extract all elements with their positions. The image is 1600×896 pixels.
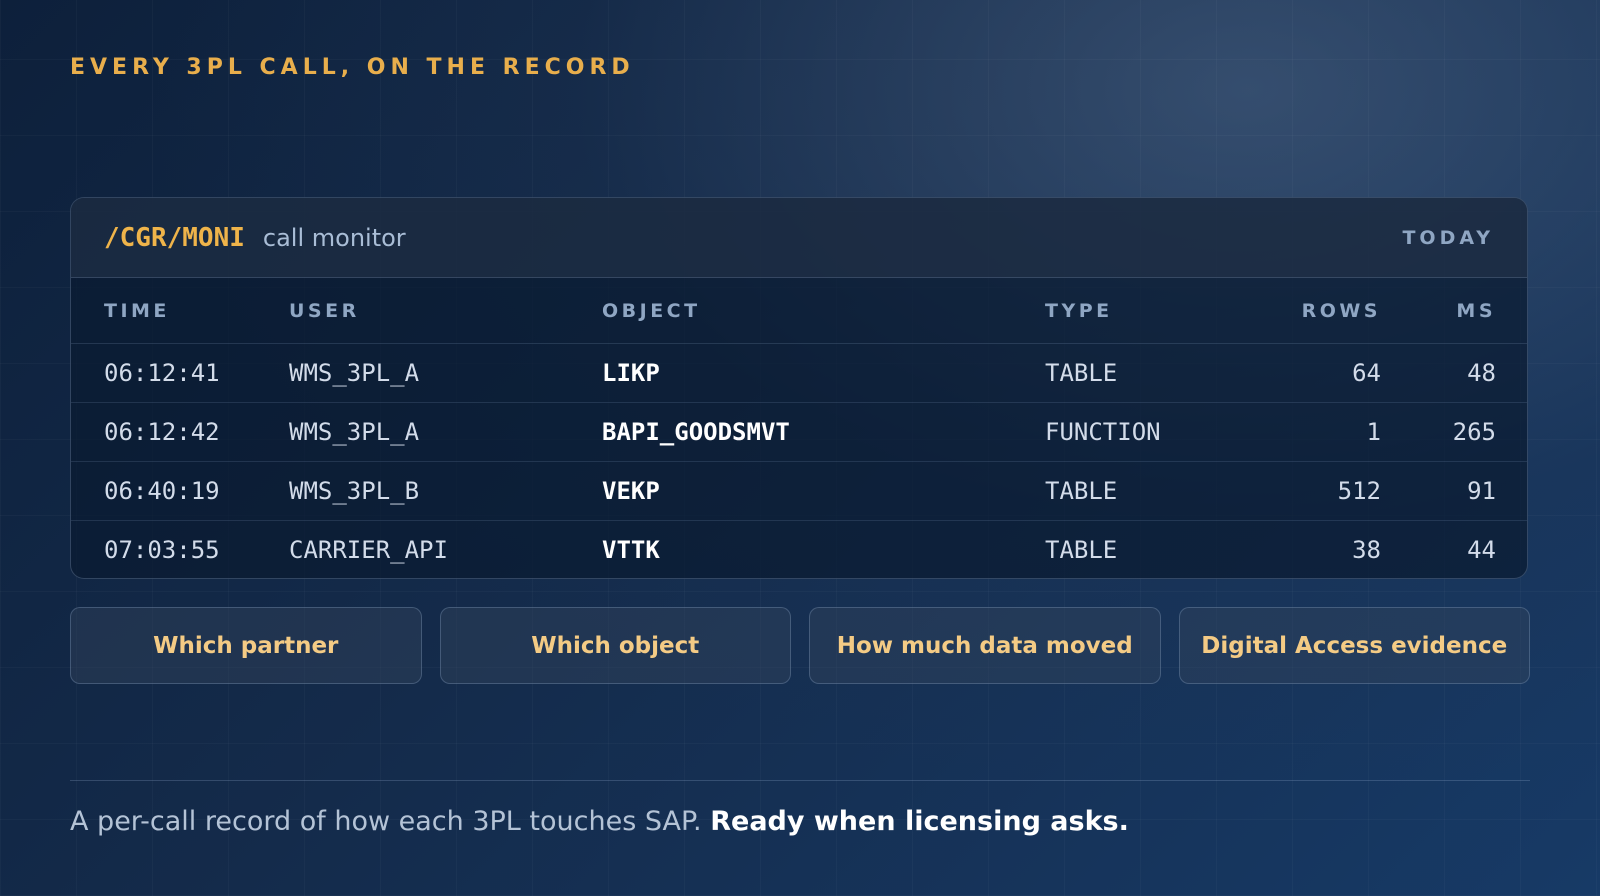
column-header-user: USER xyxy=(289,278,602,344)
cell-rows: 38 xyxy=(1352,536,1381,564)
header-row: TIME USER OBJECT TYPE ROWS MS xyxy=(71,278,1527,344)
cell-ms: 265 xyxy=(1381,402,1527,462)
cell-user: WMS_3PL_A xyxy=(289,402,602,462)
cell-type: FUNCTION xyxy=(1045,402,1245,462)
cell-object: VEKP xyxy=(602,461,1045,521)
footer-lead: A per-call record of how each 3PL touche… xyxy=(70,806,702,837)
table-row: 06:12:42 WMS_3PL_A BAPI_GOODSMVT FUNCTIO… xyxy=(71,402,1527,462)
cell-type: TABLE xyxy=(1045,536,1118,564)
cell-ms: 44 xyxy=(1467,536,1496,564)
cell-time: 06:12:42 xyxy=(71,402,289,462)
call-table-body: 06:12:41 WMS_3PL_A LIKP TABLE 64 48 06:1… xyxy=(71,343,1527,579)
column-header-object: OBJECT xyxy=(602,278,1045,344)
cell-user: CARRIER_API xyxy=(289,536,448,564)
column-header-time: TIME xyxy=(71,278,289,344)
monitor-title: call monitor xyxy=(262,223,406,252)
table-row: 06:40:19 WMS_3PL_B VEKP TABLE 512 91 xyxy=(71,461,1527,521)
column-header-type: TYPE xyxy=(1045,278,1245,344)
transaction-code: /CGR/MONI xyxy=(104,222,245,253)
cell-user: WMS_3PL_B xyxy=(289,461,602,521)
period-label: TODAY xyxy=(1402,226,1494,249)
cell-time: 06:40:19 xyxy=(71,461,289,521)
chip-digital-access-evidence[interactable]: Digital Access evidence xyxy=(1178,607,1530,684)
cell-rows: 512 xyxy=(1245,461,1381,521)
cell-user: WMS_3PL_A xyxy=(289,343,602,403)
cell-time: 06:12:41 xyxy=(71,343,289,403)
table-row: 07:03:55 CARRIER_API VTTK TABLE 38 44 xyxy=(71,521,1527,579)
cell-type: TABLE xyxy=(1045,343,1245,403)
monitor-header: /CGR/MONI call monitor TODAY xyxy=(71,198,1527,278)
table-row: 06:12:41 WMS_3PL_A LIKP TABLE 64 48 xyxy=(71,343,1527,403)
cell-object: BAPI_GOODSMVT xyxy=(602,402,1045,462)
eyebrow-heading: EVERY 3PL CALL, ON THE RECORD xyxy=(70,55,635,80)
call-table-header: TIME USER OBJECT TYPE ROWS MS xyxy=(71,278,1527,344)
cell-object: LIKP xyxy=(602,343,1045,403)
footer-text: A per-call record of how each 3PL touche… xyxy=(70,806,1129,837)
chip-data-moved[interactable]: How much data moved xyxy=(809,607,1161,684)
column-header-rows: ROWS xyxy=(1245,278,1381,344)
call-table: TIME USER OBJECT TYPE ROWS MS 06:12:41 W… xyxy=(71,278,1527,579)
question-chips: Which partner Which object How much data… xyxy=(70,607,1530,684)
cell-ms: 48 xyxy=(1381,343,1527,403)
cell-time: 07:03:55 xyxy=(104,536,220,564)
cell-type: TABLE xyxy=(1045,461,1245,521)
call-monitor-panel: /CGR/MONI call monitor TODAY TIME USER O… xyxy=(70,197,1528,579)
cell-rows: 64 xyxy=(1245,343,1381,403)
column-header-ms: MS xyxy=(1381,278,1527,344)
cell-ms: 91 xyxy=(1381,461,1527,521)
cell-rows: 1 xyxy=(1245,402,1381,462)
footer-divider xyxy=(70,780,1530,781)
footer-emphasis: Ready when licensing asks. xyxy=(710,806,1129,837)
chip-which-object[interactable]: Which object xyxy=(439,607,791,684)
cell-object: VTTK xyxy=(602,536,660,564)
chip-which-partner[interactable]: Which partner xyxy=(70,607,422,684)
